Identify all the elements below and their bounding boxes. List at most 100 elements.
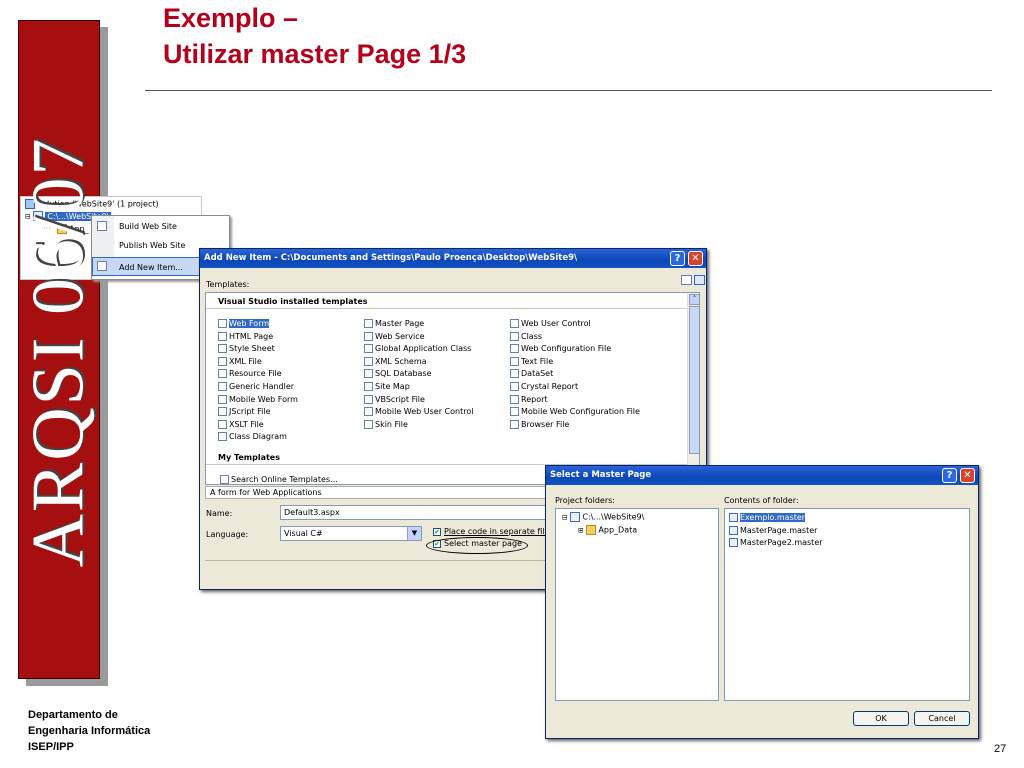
help-icon[interactable]: ? xyxy=(670,251,685,266)
search-online-icon xyxy=(220,475,229,484)
templates-scrollbar[interactable]: ˄ xyxy=(687,293,699,484)
master-file-icon xyxy=(729,525,738,535)
template-item[interactable]: Report xyxy=(510,394,548,406)
slide-title-line2: Utilizar master Page 1/3 xyxy=(163,39,467,69)
checkbox-icon: ✔ xyxy=(433,527,441,536)
master-file-icon xyxy=(729,513,738,522)
master-file-item[interactable]: MasterPage2.master xyxy=(729,537,823,549)
help-icon[interactable]: ? xyxy=(942,468,957,483)
template-item[interactable]: DataSet xyxy=(510,368,553,380)
template-item[interactable]: Generic Handler xyxy=(218,381,294,393)
folder-node-app-data[interactable]: ⊞ App_Data xyxy=(578,525,637,535)
template-icon xyxy=(218,319,227,328)
scroll-up-icon[interactable]: ˄ xyxy=(689,294,699,305)
template-item[interactable]: Skin File xyxy=(364,419,408,431)
template-icon xyxy=(218,382,227,391)
template-icon xyxy=(364,331,373,341)
template-item[interactable]: Web Service xyxy=(364,331,425,343)
template-item[interactable]: XSLT File xyxy=(218,419,264,431)
template-item[interactable]: Mobile Web User Control xyxy=(364,406,473,418)
template-item[interactable]: Master Page xyxy=(364,318,424,330)
template-icon xyxy=(510,394,519,404)
template-item[interactable]: Class Diagram xyxy=(218,431,287,443)
template-item[interactable]: Mobile Web Configuration File xyxy=(510,406,640,418)
master-file-icon xyxy=(729,538,738,547)
template-item[interactable]: Class xyxy=(510,331,542,343)
template-icon xyxy=(218,344,227,354)
menu-item-build-web-site[interactable]: Build Web Site xyxy=(92,217,227,236)
close-icon[interactable]: ✕ xyxy=(960,468,975,483)
footer-line3: ISEP/IPP xyxy=(28,741,74,753)
template-item[interactable]: XML File xyxy=(218,356,262,368)
folder-node-root[interactable]: ⊟ C:\...\WebSite9\ xyxy=(562,512,644,522)
templates-list: Visual Studio installed templates ˄ Web … xyxy=(205,292,700,485)
template-item[interactable]: Text File xyxy=(510,356,553,368)
search-online-templates[interactable]: Search Online Templates... xyxy=(220,475,338,484)
template-item[interactable]: XML Schema xyxy=(364,356,427,368)
template-icon xyxy=(510,356,519,366)
template-item[interactable]: Resource File xyxy=(218,368,282,380)
template-item[interactable]: Web Form xyxy=(218,318,270,330)
folder-contents-list: Exemplo.master MasterPage.master MasterPag… xyxy=(724,508,970,701)
language-select[interactable]: Visual C# ▼ xyxy=(280,526,422,541)
master-file-item[interactable]: MasterPage.master xyxy=(729,525,817,537)
template-item[interactable]: Crystal Report xyxy=(510,381,578,393)
template-item[interactable]: Web Configuration File xyxy=(510,343,611,355)
template-icon xyxy=(364,344,373,354)
folder-icon xyxy=(586,525,597,535)
title-divider xyxy=(145,90,992,91)
template-item[interactable]: HTML Page xyxy=(218,331,273,343)
template-item[interactable]: VBScript File xyxy=(364,394,425,406)
template-icon xyxy=(364,394,373,404)
template-item[interactable]: Browser File xyxy=(510,419,569,431)
project-folders-label: Project folders: xyxy=(555,496,615,505)
installed-templates-header: Visual Studio installed templates xyxy=(218,297,368,306)
template-icon xyxy=(364,407,373,417)
select-master-dialog: Select a Master Page ? ✕ Project folders… xyxy=(545,465,979,739)
cancel-button[interactable]: Cancel xyxy=(914,711,970,726)
contents-label: Contents of folder: xyxy=(724,496,799,505)
template-item[interactable]: Site Map xyxy=(364,381,410,393)
name-label: Name: xyxy=(206,509,233,518)
template-icon xyxy=(364,419,373,429)
slide-title-line1: Exemplo – xyxy=(163,3,299,33)
language-label: Language: xyxy=(206,530,249,539)
template-item[interactable]: SQL Database xyxy=(364,368,432,380)
template-item[interactable]: Mobile Web Form xyxy=(218,394,298,406)
template-icon xyxy=(218,432,227,442)
my-templates-header: My Templates xyxy=(218,453,280,462)
page-number: 27 xyxy=(994,743,1007,755)
place-code-checkbox[interactable]: ✔ Place code in separate file xyxy=(433,527,550,536)
project-folders-tree: ⊟ C:\...\WebSite9\ ⊞ App_Data xyxy=(555,508,719,701)
slide-title: Exemplo – Utilizar master Page 1/3 xyxy=(163,0,466,72)
large-icons-view-icon[interactable] xyxy=(681,275,692,285)
template-icon xyxy=(218,394,227,404)
template-item[interactable]: Global Application Class xyxy=(364,343,471,355)
highlight-ellipse xyxy=(426,537,528,554)
template-icon xyxy=(218,407,227,417)
template-icon xyxy=(364,319,373,328)
dropdown-icon[interactable]: ▼ xyxy=(407,527,421,540)
footer: Departamento de Engenharia Informática I… xyxy=(28,707,150,755)
ok-button[interactable]: OK xyxy=(853,711,909,726)
footer-line1: Departamento de xyxy=(28,709,118,721)
template-icon xyxy=(510,331,519,341)
template-item[interactable]: Style Sheet xyxy=(218,343,275,355)
template-item[interactable]: Web User Control xyxy=(510,318,591,330)
small-icons-view-icon[interactable] xyxy=(694,275,705,285)
template-icon xyxy=(364,356,373,366)
scroll-thumb[interactable] xyxy=(689,306,699,454)
template-icon xyxy=(510,382,519,391)
template-icon xyxy=(510,319,519,328)
template-icon xyxy=(510,407,519,417)
template-icon xyxy=(510,344,519,354)
footer-line2: Engenharia Informática xyxy=(28,725,151,737)
close-icon[interactable]: ✕ xyxy=(688,251,703,266)
templates-label: Templates: xyxy=(206,280,250,289)
template-icon xyxy=(218,419,227,429)
template-item[interactable]: JScript File xyxy=(218,406,271,418)
master-file-item[interactable]: Exemplo.master xyxy=(729,512,806,524)
template-icon xyxy=(364,369,373,379)
select-master-titlebar: Select a Master Page xyxy=(546,466,978,485)
add-new-item-titlebar: Add New Item - C:\Documents and Settings… xyxy=(200,249,706,268)
